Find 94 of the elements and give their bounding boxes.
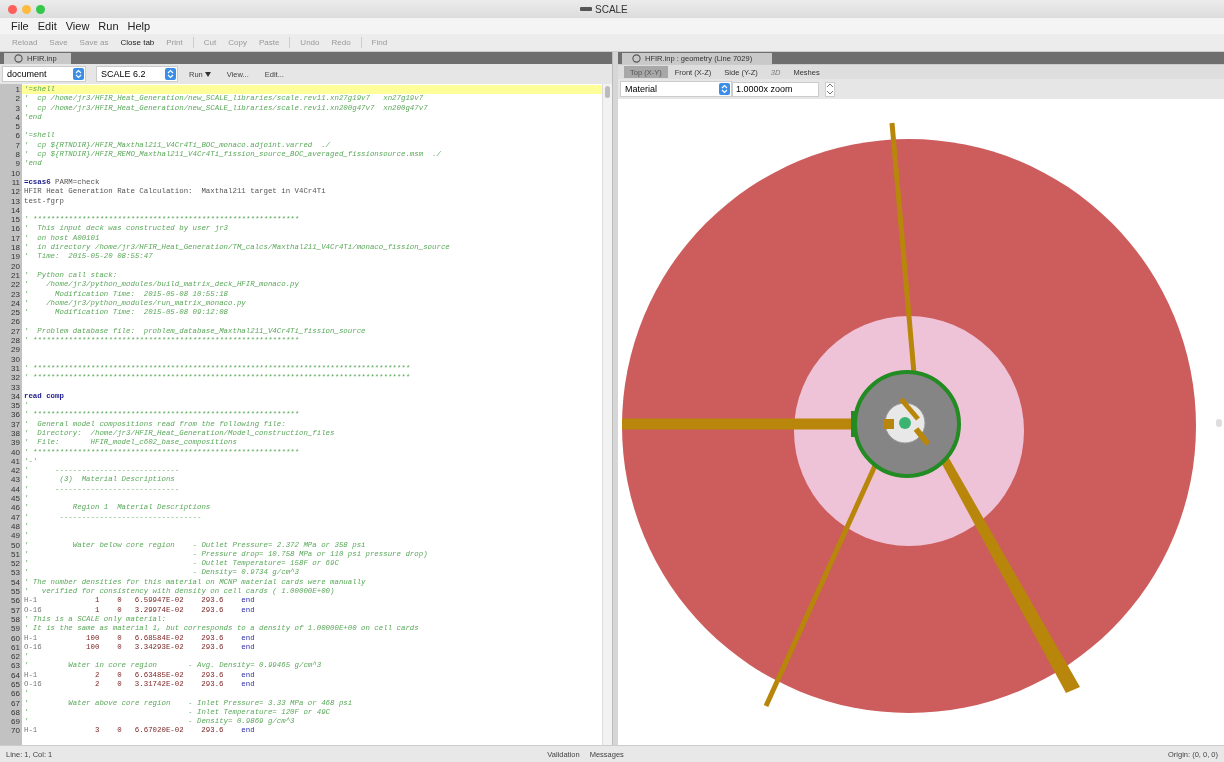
- line-number: 8: [14, 150, 21, 160]
- line-number: 37: [10, 419, 21, 429]
- line-number: 38: [10, 429, 21, 439]
- line-number: 32: [10, 373, 21, 383]
- line-number: 24: [10, 298, 21, 309]
- line-number: 20: [10, 261, 21, 271]
- line-number: 66: [10, 689, 21, 699]
- line-number: 14: [10, 205, 21, 216]
- app-icon: [580, 6, 592, 12]
- line-number: 22: [10, 280, 21, 290]
- line-number: 15: [10, 215, 21, 225]
- scroll-thumb[interactable]: [605, 86, 610, 98]
- line-number: 40: [10, 447, 21, 457]
- line-number: 60: [10, 633, 21, 643]
- caret-icon: [204, 71, 211, 77]
- line-number: 48: [10, 521, 21, 532]
- splitter-handle[interactable]: [1216, 419, 1222, 427]
- line-number: 26: [10, 317, 21, 327]
- line-number: 55: [10, 587, 21, 597]
- line-number: 7: [14, 140, 21, 151]
- line-number: 13: [10, 196, 21, 206]
- line-number: 42: [10, 466, 21, 476]
- line-number: 51: [10, 549, 21, 560]
- line-number: 69: [10, 717, 21, 727]
- line-number: 21: [10, 270, 21, 281]
- minimize-window-button[interactable]: [22, 4, 31, 14]
- line-number: 54: [10, 577, 21, 588]
- line-number: 59: [10, 624, 21, 634]
- version-select[interactable]: SCALE 6.2: [97, 67, 177, 81]
- line-number: 5: [14, 122, 21, 132]
- line-number: 45: [10, 494, 21, 504]
- line-number: 31: [10, 363, 21, 374]
- window-title: SCALE: [595, 3, 628, 15]
- line-number: 28: [10, 336, 21, 346]
- line-number: 36: [10, 410, 21, 420]
- line-number: 29: [10, 345, 21, 355]
- line-number: 49: [10, 531, 21, 541]
- menu-item[interactable]: Run: [98, 20, 119, 32]
- line-number: 34: [10, 391, 21, 402]
- line-number: 35: [10, 401, 21, 411]
- line-number: 18: [10, 243, 21, 253]
- line-number: 68: [10, 707, 21, 718]
- line-number: 27: [10, 326, 21, 336]
- line-number: 58: [10, 614, 21, 625]
- line-number: 57: [10, 605, 21, 615]
- close-tab-icon[interactable]: [14, 54, 23, 63]
- color-by-select[interactable]: Material: [621, 82, 731, 96]
- dropdown-arrows-icon: [165, 68, 176, 80]
- line-number: 53: [10, 568, 21, 578]
- line-number: 61: [10, 642, 21, 653]
- line-number: 1: [14, 85, 21, 95]
- close-window-button[interactable]: [8, 4, 17, 14]
- line-number: 19: [10, 252, 21, 262]
- zoom-window-button[interactable]: [36, 4, 45, 14]
- line-number: 9: [14, 159, 21, 169]
- mode-select[interactable]: document: [3, 67, 85, 81]
- zoom-field[interactable]: 1.0000x zoom: [733, 82, 818, 96]
- toolbar-button[interactable]: Close tab: [114, 38, 161, 47]
- line-number: 46: [10, 503, 21, 513]
- line-number: 52: [10, 559, 21, 569]
- dropdown-arrows-icon: [73, 68, 84, 80]
- line-number: 3: [14, 103, 21, 113]
- line-number: 70: [10, 726, 21, 736]
- line-number: 50: [10, 540, 21, 550]
- line-number: 12: [10, 187, 21, 197]
- line-number: 33: [10, 382, 21, 392]
- line-number: 67: [10, 698, 21, 708]
- line-number: 41: [10, 456, 21, 467]
- close-tab-icon[interactable]: [632, 54, 641, 63]
- zoom-stepper[interactable]: [826, 82, 834, 96]
- line-number: 43: [10, 475, 21, 485]
- line-number: 2: [14, 94, 21, 104]
- line-number: 47: [10, 512, 21, 522]
- menu-item[interactable]: Edit: [37, 20, 57, 32]
- menu-item[interactable]: Help: [127, 20, 151, 32]
- line-number: 30: [10, 354, 21, 364]
- line-number: 16: [10, 224, 21, 234]
- line-number: 11: [10, 177, 21, 188]
- dropdown-arrows-icon: [719, 83, 730, 95]
- line-number: 64: [10, 670, 21, 680]
- menu-item[interactable]: File: [11, 20, 29, 32]
- line-number: 10: [10, 168, 21, 178]
- line-number: 63: [10, 661, 21, 671]
- line-number: 65: [10, 680, 21, 690]
- line-number: 62: [10, 652, 21, 662]
- line-number: 25: [10, 308, 21, 318]
- line-number: 44: [10, 484, 21, 495]
- line-number: 39: [10, 438, 21, 448]
- line-number: 23: [10, 289, 21, 299]
- menu-item[interactable]: View: [65, 20, 90, 32]
- line-number: 17: [10, 233, 21, 244]
- line-number: 56: [10, 596, 21, 606]
- line-number: 4: [14, 112, 21, 123]
- line-number: 6: [14, 131, 21, 141]
